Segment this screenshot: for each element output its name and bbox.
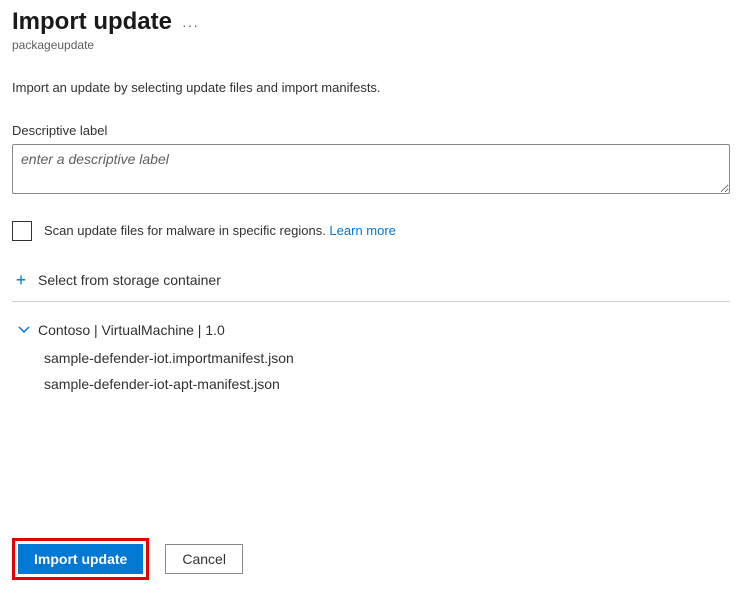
chevron-down-icon	[16, 322, 32, 338]
select-from-storage-label: Select from storage container	[38, 272, 221, 288]
footer-actions: Import update Cancel	[12, 538, 243, 580]
list-item: sample-defender-iot-apt-manifest.json	[44, 376, 740, 392]
file-list: sample-defender-iot.importmanifest.json …	[44, 350, 740, 392]
divider	[12, 301, 730, 302]
select-from-storage-button[interactable]: + Select from storage container	[12, 271, 740, 299]
cancel-button[interactable]: Cancel	[165, 544, 243, 574]
page-subtitle: packageupdate	[12, 38, 740, 52]
update-item-label: Contoso | VirtualMachine | 1.0	[38, 322, 225, 338]
more-icon[interactable]: ···	[182, 11, 199, 33]
descriptive-label-input[interactable]	[12, 144, 730, 194]
learn-more-link[interactable]: Learn more	[329, 223, 395, 238]
descriptive-label-heading: Descriptive label	[12, 123, 740, 138]
list-item: sample-defender-iot.importmanifest.json	[44, 350, 740, 366]
import-update-button[interactable]: Import update	[18, 544, 143, 574]
page-description: Import an update by selecting update fil…	[12, 80, 740, 95]
scan-malware-label-text: Scan update files for malware in specifi…	[44, 223, 329, 238]
page-title: Import update	[12, 8, 172, 36]
update-item-row[interactable]: Contoso | VirtualMachine | 1.0	[16, 322, 740, 338]
import-button-highlight: Import update	[12, 538, 149, 580]
scan-malware-label: Scan update files for malware in specifi…	[44, 222, 396, 240]
plus-icon: +	[12, 271, 30, 289]
scan-malware-checkbox[interactable]	[12, 221, 32, 241]
